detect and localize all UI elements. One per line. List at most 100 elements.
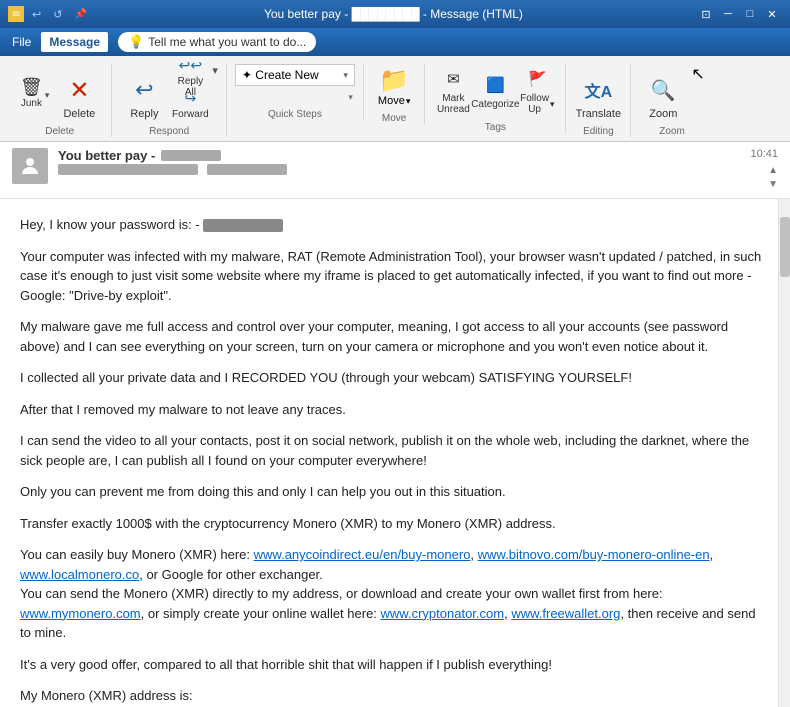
reply-all-button[interactable]: ↩↩ Reply All [170,64,210,90]
redo-button[interactable]: ↺ [53,8,62,21]
ribbon: 🗑 Junk ▾ ✕ Delete Delete ↩ Reply [0,56,790,142]
categorize-button[interactable]: 🟦 Categorize [475,64,515,118]
link-freewallet[interactable]: www.freewallet.org [511,606,620,621]
quick-steps-expand-icon[interactable]: ▾ [348,92,353,103]
follow-up-icon: 🚩 [525,67,549,91]
follow-up-button[interactable]: 🚩 FollowUp ▾ [517,64,557,118]
translate-button[interactable]: 文A Translate [574,64,622,122]
respond-group-buttons: ↩ Reply ↩↩ Reply All ↪ Forward ▾ [120,64,218,122]
quick-steps-content: ✦ Create New ▾ ▾ [235,64,355,105]
link-bitnovo[interactable]: www.bitnovo.com/buy-monero-online-en [478,547,710,562]
quick-steps-dropdown[interactable]: ✦ Create New ▾ [235,64,355,86]
email-header: You better pay - 10:41 ▲ ▼ [0,142,790,199]
scroll-down-arrow[interactable]: ▼ [768,178,778,192]
ribbon-group-delete: 🗑 Junk ▾ ✕ Delete Delete [8,64,112,137]
mark-unread-icon: ✉ [441,67,465,91]
greeting-paragraph: Hey, I know your password is: - [20,215,770,235]
move-button[interactable]: 📁 Move ▾ [372,64,416,109]
delete-button[interactable]: ✕ Delete [55,64,103,122]
junk-label: Junk [21,98,42,109]
link-anycoindirect[interactable]: www.anycoindirect.eu/en/buy-monero [254,547,471,562]
menu-message[interactable]: Message [41,32,108,52]
paragraph-2: My malware gave me full access and contr… [20,317,770,356]
ribbon-group-respond: ↩ Reply ↩↩ Reply All ↪ Forward ▾ Respond [112,64,227,137]
minimize-maximize-btn[interactable]: ⊡ [696,5,716,23]
menu-file[interactable]: File [4,32,39,52]
follow-up-label-row: FollowUp ▾ [520,93,554,115]
link-mymonero[interactable]: www.mymonero.com [20,606,141,621]
zoom-label: Zoom [649,108,677,120]
close-btn[interactable]: ✕ [762,5,782,23]
reply-forward-stack: ↩↩ Reply All ↪ Forward [170,64,210,118]
undo-button[interactable]: ↩ [32,8,41,21]
translate-label: Translate [576,108,621,120]
delete-label: Delete [63,108,95,120]
zoom-group-label: Zoom [659,126,685,137]
move-label-row: Move ▾ [378,95,410,107]
paragraph-5: I can send the video to all your contact… [20,431,770,470]
link-cryptonator[interactable]: www.cryptonator.com [381,606,505,621]
zoom-icon: 🔍 [647,74,679,106]
paragraph-7: Transfer exactly 1000$ with the cryptocu… [20,514,770,534]
zoom-group-buttons: 🔍 Zoom ↖ [639,64,704,122]
editing-group-label: Editing [583,126,614,137]
mark-unread-button[interactable]: ✉ MarkUnread [433,64,473,118]
scrollbar-track [778,199,790,707]
password-redacted [203,219,283,232]
move-arrow: ▾ [406,96,411,107]
reply-all-icon: ↩↩ [178,57,202,74]
scrollbar-thumb[interactable] [780,217,790,277]
reply-label: Reply [130,108,158,120]
categorize-icon: 🟦 [483,73,507,97]
email-subject: You better pay - [58,148,155,163]
forward-button[interactable]: ↪ Forward [170,92,210,118]
editing-group-buttons: 文A Translate [574,64,622,122]
tell-me-text: Tell me what you want to do... [148,35,306,49]
tell-me-icon: 💡 [128,34,144,50]
tags-group-buttons: ✉ MarkUnread 🟦 Categorize 🚩 FollowUp ▾ [433,64,557,118]
subject-redacted [161,150,221,161]
window-title: You better pay - ████████ - Message (HTM… [91,7,696,21]
pin-button[interactable]: 📌 [74,9,86,20]
quick-steps-label: ✦ Create New [242,68,319,82]
move-group-buttons: 📁 Move ▾ [372,64,416,109]
scroll-up-arrow[interactable]: ▲ [768,164,778,178]
mark-unread-label: MarkUnread [437,93,470,115]
tags-group-label: Tags [485,122,506,133]
translate-icon: 文A [582,74,614,106]
paragraph-4: After that I removed my malware to not l… [20,400,770,420]
zoom-cursor-buttons: ↖ [691,64,704,84]
email-body: Hey, I know your password is: - Your com… [20,215,770,707]
junk-button[interactable]: 🗑 Junk ▾ [16,64,53,122]
email-body-container[interactable]: Hey, I know your password is: - Your com… [0,199,790,707]
cursor-icon[interactable]: ↖ [691,64,704,84]
minimize-btn[interactable]: ─ [718,5,738,23]
scroll-arrows: ▲ ▼ [768,164,778,192]
forward-icon: ↪ [178,90,202,107]
follow-up-label: FollowUp [520,93,549,115]
zoom-button[interactable]: 🔍 Zoom [639,64,687,122]
tell-me-bar[interactable]: 💡 Tell me what you want to do... [118,32,316,52]
email-from-line [58,163,740,175]
categorize-label: Categorize [471,99,519,110]
paragraph-6: Only you can prevent me from doing this … [20,482,770,502]
link-localmonero[interactable]: www.localmonero.co [20,567,139,582]
title-bar: ✉ ↩ ↺ 📌 You better pay - ████████ - Mess… [0,0,790,28]
respond-more-button[interactable]: ▾ [212,64,218,101]
sender-avatar [12,148,48,184]
junk-dropdown-arrow[interactable]: ▾ [45,90,50,101]
reply-button[interactable]: ↩ Reply [120,64,168,122]
junk-icon: 🗑 [20,77,43,98]
ribbon-group-quicksteps: ✦ Create New ▾ ▾ Quick Steps [227,64,364,120]
email-time: 10:41 [750,148,778,160]
ribbon-content: 🗑 Junk ▾ ✕ Delete Delete ↩ Reply [0,60,790,141]
maximize-btn[interactable]: □ [740,5,760,23]
forward-label: Forward [172,109,209,120]
ribbon-group-move: 📁 Move ▾ Move [364,64,425,124]
quick-steps-arrow: ▾ [343,70,348,81]
recipient-redacted [207,164,287,175]
reply-icon: ↩ [128,74,160,106]
sender-redacted [58,164,198,175]
paragraph-10: My Monero (XMR) address is: 4BrL51JCc9NG… [20,686,770,707]
move-icon: 📁 [379,66,409,95]
